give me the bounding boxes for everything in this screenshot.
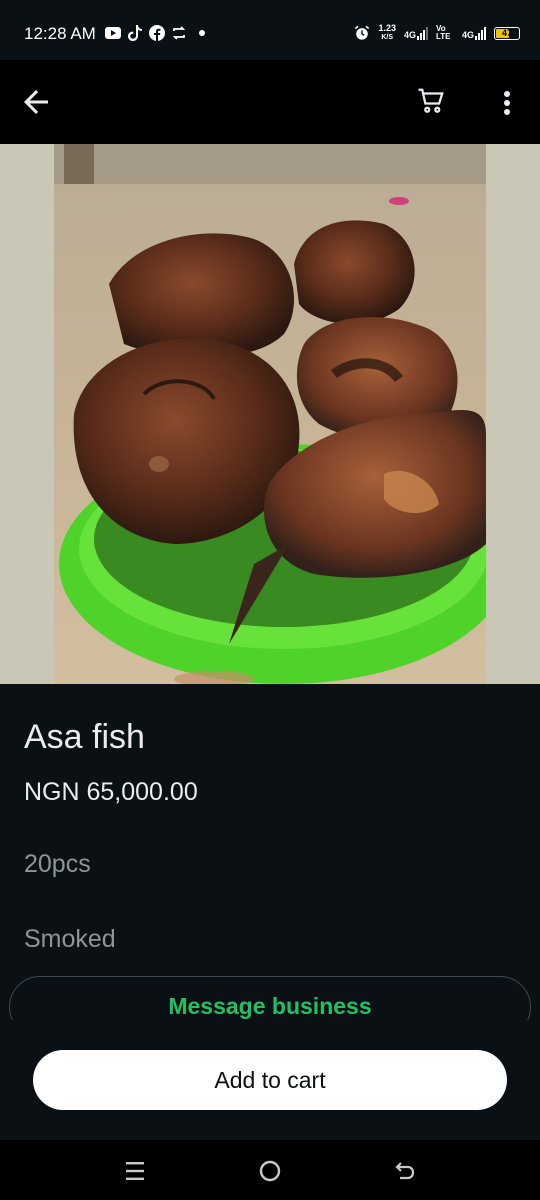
system-indicators: 1.23 K/S 4G Vo LTE 4G 47 [354,24,520,42]
signal-2: 4G [461,26,486,40]
product-image-container[interactable] [0,144,540,684]
speed-value: 1.23 [378,23,396,33]
recents-button[interactable] [120,1156,150,1186]
status-bar: 12:28 AM 1.23 K/S 4G Vo LTE 4G 47 [0,0,540,60]
youtube-icon [105,25,121,41]
home-button[interactable] [255,1156,285,1186]
add-to-cart-button[interactable]: Add to cart [33,1050,507,1110]
system-nav-bar [0,1140,540,1200]
app-bar [0,60,540,144]
product-price: NGN 65,000.00 [24,778,198,806]
network-type-2: 4G [461,29,474,40]
signal-bars-icon [416,26,428,40]
cart-button[interactable] [416,86,450,120]
more-options-button[interactable] [494,86,520,120]
product-quantity: 20pcs [24,850,91,878]
battery-level: 47 [501,27,512,38]
more-notifications-dot [199,30,205,36]
recents-icon [126,1162,144,1180]
more-vert-icon [504,91,510,115]
facebook-icon [149,25,165,41]
volte-label: Vo LTE [435,24,451,41]
battery-icon: 47 [494,26,520,40]
status-time: 12:28 AM [24,24,96,43]
back-button[interactable] [18,84,54,120]
product-description: Smoked [24,925,116,953]
alarm-icon [354,25,370,41]
notification-icons [105,25,205,41]
home-icon [259,1160,281,1182]
speed-unit: K/S [381,34,394,41]
back-nav-icon [395,1162,415,1180]
product-title: Asa fish [24,718,145,756]
signal-1: 4G [403,26,428,40]
network-speed: 1.23 K/S [378,24,396,42]
back-nav-button[interactable] [390,1156,420,1186]
sync-icon [171,25,187,41]
cart-icon [418,88,444,113]
product-photo [54,144,486,684]
tiktok-icon [127,25,143,41]
signal-bars-icon [475,26,486,40]
arrow-back-icon [24,90,48,114]
network-type-1: 4G [403,29,416,40]
